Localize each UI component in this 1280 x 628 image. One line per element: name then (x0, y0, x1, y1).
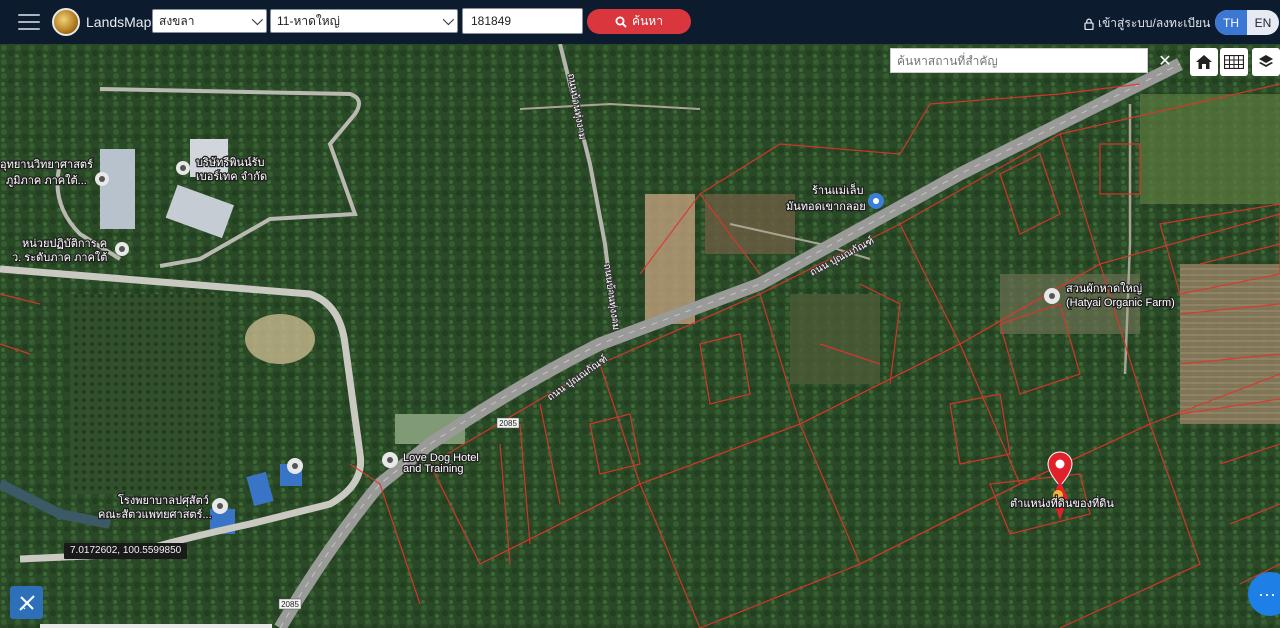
search-button[interactable]: ค้นหา (587, 9, 691, 34)
login-link[interactable]: เข้าสู่ระบบ/ลงทะเบียน (1084, 14, 1210, 33)
poi-label: ว. ระดับภาค ภาคใต้ (12, 251, 107, 264)
poi-pin-icon[interactable] (868, 193, 884, 209)
landsmaps-app: LandsMaps สงขลา 11-หาดใหญ่ ค้นหา เข้าสู่… (0, 0, 1280, 628)
map-canvas[interactable]: อุทยานวิทยาศาสตร์ ภูมิภาค ภาคใต้... บริษ… (0, 44, 1280, 628)
poi-label: หน่วยปฏิบัติการ ค (22, 238, 107, 250)
poi-pin-icon[interactable] (212, 498, 228, 514)
satellite-map[interactable]: อุทยานวิทยาศาสตร์ ภูมิภาค ภาคใต้... บริษ… (0, 44, 1280, 628)
poi-pin-icon[interactable] (95, 172, 109, 186)
chevron-down-icon (442, 13, 455, 26)
coordinate-readout: 7.0172602, 100.5599850 (64, 543, 188, 559)
province-select-value: สงขลา (159, 13, 195, 28)
lang-th-button[interactable]: TH (1215, 10, 1247, 35)
province-select[interactable]: สงขลา (152, 9, 267, 33)
brand-name: LandsMaps (86, 14, 159, 30)
poi-label: มันทอดเขากลอย (786, 201, 866, 213)
chevron-down-icon (251, 13, 264, 26)
login-label: เข้าสู่ระบบ/ลงทะเบียน (1098, 16, 1211, 30)
poi-label: บริษัทรีพินน์รับ (196, 156, 264, 169)
search-button-label: ค้นหา (632, 14, 663, 28)
home-button[interactable] (1190, 48, 1218, 76)
ruler-icon (18, 594, 35, 611)
grid-icon (1224, 55, 1244, 69)
route-number: 2085 (281, 600, 299, 609)
poi-label: สวนผักหาดใหญ่ (1066, 282, 1142, 295)
district-select-value: 11-หาดใหญ่ (277, 13, 340, 28)
more-icon: ··· (1258, 583, 1276, 604)
poi-pin-icon[interactable] (176, 161, 190, 175)
poi-pin-icon[interactable] (287, 458, 303, 474)
poi-label: and Training (403, 463, 464, 475)
top-bar: LandsMaps สงขลา 11-หาดใหญ่ ค้นหา เข้าสู่… (0, 0, 1280, 44)
route-shield: 2085 (496, 417, 520, 429)
bare-field (705, 194, 795, 254)
place-search-input[interactable] (890, 48, 1148, 73)
poi-pin-icon[interactable] (115, 242, 129, 256)
magnifier-icon (615, 16, 627, 28)
poi-pin-icon[interactable] (382, 452, 398, 468)
poi-label: (Hatyai Organic Farm) (1066, 297, 1175, 309)
home-icon (1196, 55, 1212, 69)
close-search-button[interactable]: ✕ (1152, 48, 1178, 73)
poi-label: เบอร์เทค จำกัด (196, 170, 267, 183)
plantation-area (70, 294, 220, 494)
poi-label: ภูมิภาค ภาคใต้... (6, 174, 87, 187)
sand-patch (245, 314, 315, 364)
route-number: 2085 (499, 419, 517, 428)
marker-label: ตำแหน่งที่ดินของที่ดิน (1010, 495, 1114, 510)
poi-label: ร้านแม่เล็บ (812, 183, 863, 197)
layers-icon (1259, 55, 1273, 67)
lock-icon (1084, 18, 1094, 30)
poi-label: อุทยานวิทยาศาสตร์ (0, 158, 93, 171)
bare-field (1180, 264, 1280, 424)
poi-pin-icon[interactable] (1044, 288, 1060, 304)
building (100, 149, 135, 229)
district-select[interactable]: 11-หาดใหญ่ (270, 9, 458, 33)
hamburger-menu-icon[interactable] (18, 14, 40, 30)
layers-button[interactable] (1252, 48, 1280, 76)
department-logo (52, 8, 80, 36)
lang-en-button[interactable]: EN (1247, 10, 1279, 35)
route-shield: 2085 (278, 598, 302, 610)
bare-field (790, 294, 880, 384)
parcel-number-input[interactable] (462, 8, 583, 34)
scale-bar (40, 624, 272, 628)
poi-label: โรงพยาบาลปศุสัตว์ (118, 493, 209, 507)
poi-label: คณะสัตวแพทยศาสตร์... (98, 508, 212, 521)
language-toggle: TH EN (1215, 10, 1279, 35)
grid-button[interactable] (1220, 48, 1248, 76)
measure-tool-button[interactable] (10, 586, 43, 619)
